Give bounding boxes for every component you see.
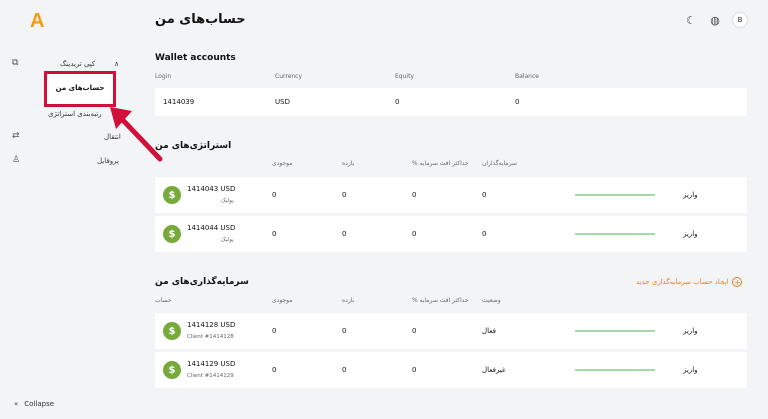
col-drawdown: % حداکثر افت سرمایه (412, 297, 469, 304)
wallet-login: 1414039 (163, 98, 195, 106)
drawdown: 0 (412, 366, 417, 374)
col-balance: موجودی (272, 160, 293, 167)
wallet-equity: 0 (395, 98, 400, 106)
transfer-icon: ⇄ (12, 131, 20, 141)
create-investment-account-link[interactable]: + ایجاد حساب سرمایه‌گذاری جدید (636, 277, 743, 287)
col-investors: سرمایه‌گذاران (482, 160, 517, 167)
status: غیرفعال (482, 366, 506, 374)
account-sub: پولیک (221, 198, 234, 204)
table-row[interactable]: $ 1414044 USD پولیک 0 0 0 0 واریز (155, 216, 747, 252)
plus-circle-icon: + (732, 277, 743, 287)
sparkline (575, 194, 655, 196)
balance: 0 (272, 191, 277, 199)
col-equity: Equity (395, 73, 414, 80)
logo[interactable]: A (30, 10, 44, 33)
col-account: حساب (155, 297, 172, 304)
collapse-button[interactable]: « Collapse (14, 400, 54, 408)
account-number: 1414128 USD (187, 321, 236, 329)
status: فعال (482, 327, 496, 335)
wallet-row[interactable]: 1414039 USD 0 0 (155, 88, 747, 116)
drawdown: 0 (412, 327, 417, 335)
deposit-button[interactable]: واریز (683, 366, 698, 374)
sparkline (575, 369, 655, 371)
investments-title: سرمایه‌گذاری‌های من (155, 277, 249, 287)
sidebar-item-copy-trading[interactable]: کپی تریدینگ (60, 60, 95, 68)
user-icon: ♙ (12, 155, 21, 165)
top-bar: A حساب‌های من ☾ ◍ B (0, 0, 768, 42)
account-sub: Client #1414129 (187, 373, 234, 379)
sparkline (575, 233, 655, 235)
account-sub: پولیک (221, 237, 234, 243)
balance: 0 (272, 230, 277, 238)
balance: 0 (272, 366, 277, 374)
table-row[interactable]: $ 1414043 USD پولیک 0 0 0 0 واریز (155, 177, 747, 213)
investors: 0 (482, 191, 487, 199)
copy-trading-icon: ⧉ (12, 58, 19, 68)
moon-icon[interactable]: ☾ (684, 13, 698, 27)
deposit-button[interactable]: واریز (683, 327, 698, 335)
top-icons: ☾ ◍ B (684, 12, 748, 28)
wallet-currency: USD (275, 98, 290, 106)
col-currency: Currency (275, 73, 303, 80)
return: 0 (342, 327, 347, 335)
avatar[interactable]: B (732, 12, 748, 28)
return: 0 (342, 230, 347, 238)
collapse-label: Collapse (24, 400, 55, 408)
sidebar-item-strategy-ranking[interactable]: رتبه‌بندی استراتژی (48, 110, 102, 118)
balance: 0 (272, 327, 277, 335)
globe-icon[interactable]: ◍ (708, 13, 722, 27)
dollar-icon: $ (163, 225, 181, 243)
deposit-button[interactable]: واریز (683, 191, 698, 199)
wallet-balance: 0 (515, 98, 520, 106)
chevron-up-icon[interactable]: ∧ (114, 60, 119, 68)
strategies-title: استراتژی‌های من (155, 141, 232, 151)
col-balance: Balance (515, 73, 539, 80)
sparkline (575, 330, 655, 332)
page-title: حساب‌های من (155, 12, 246, 27)
col-login: Login (155, 73, 172, 80)
col-return: بازده (342, 297, 355, 304)
dollar-icon: $ (163, 361, 181, 379)
drawdown: 0 (412, 191, 417, 199)
create-link-label: ایجاد حساب سرمایه‌گذاری جدید (636, 278, 729, 286)
sidebar-item-my-accounts[interactable]: حساب‌های من (44, 71, 116, 107)
deposit-button[interactable]: واریز (683, 230, 698, 238)
investors: 0 (482, 230, 487, 238)
dollar-icon: $ (163, 322, 181, 340)
account-number: 1414043 USD (187, 185, 236, 193)
table-row[interactable]: $ 1414129 USD Client #1414129 0 0 0 غیرف… (155, 352, 747, 388)
col-status: وضعیت (482, 297, 501, 304)
account-sub: Client #1414128 (187, 334, 234, 340)
return: 0 (342, 191, 347, 199)
col-drawdown: % حداکثر افت سرمایه (412, 160, 469, 167)
col-return: بازده (342, 160, 355, 167)
account-number: 1414129 USD (187, 360, 236, 368)
dollar-icon: $ (163, 186, 181, 204)
col-balance: موجودی (272, 297, 293, 304)
wallet-title: Wallet accounts (155, 53, 236, 63)
table-row[interactable]: $ 1414128 USD Client #1414128 0 0 0 فعال… (155, 313, 747, 349)
account-number: 1414044 USD (187, 224, 236, 232)
return: 0 (342, 366, 347, 374)
drawdown: 0 (412, 230, 417, 238)
double-chevron-left-icon: « (14, 400, 19, 408)
sidebar-item-label: حساب‌های من (55, 84, 105, 92)
